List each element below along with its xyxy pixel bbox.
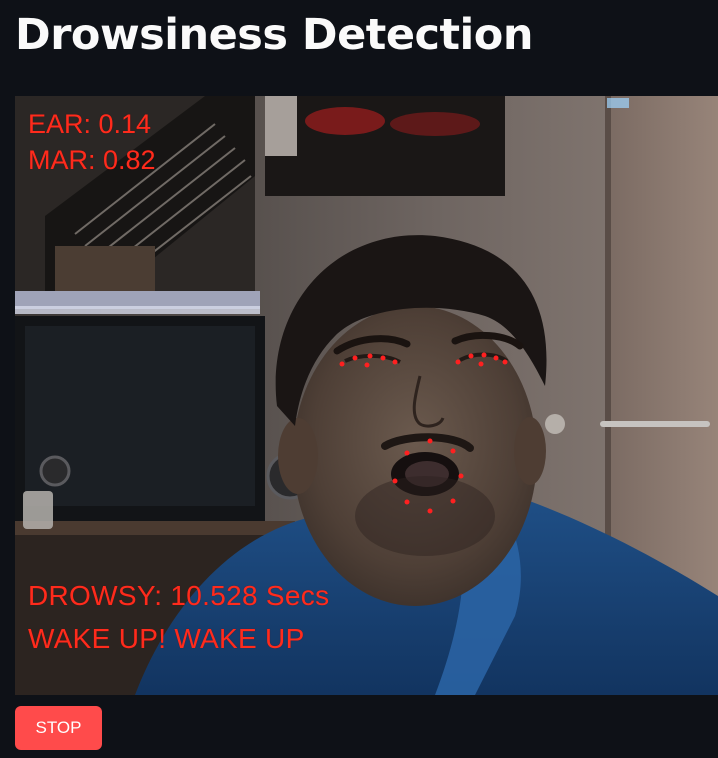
app-root: Drowsiness Detection EAR: 0.14 MAR: 0.82… xyxy=(0,0,718,758)
door-handle xyxy=(600,421,710,427)
stop-button[interactable]: STOP xyxy=(15,706,102,750)
redbull-poster xyxy=(265,96,505,196)
wake-up-alert: WAKE UP! WAKE UP xyxy=(28,623,305,654)
mar-readout: MAR: 0.82 xyxy=(28,145,156,175)
ear-readout: EAR: 0.14 xyxy=(28,109,152,139)
page-title: Drowsiness Detection xyxy=(15,10,533,60)
webcam-video-feed: EAR: 0.14 MAR: 0.82 DROWSY: 10.528 Secs … xyxy=(15,96,718,695)
drowsy-timer: DROWSY: 10.528 Secs xyxy=(28,580,330,611)
